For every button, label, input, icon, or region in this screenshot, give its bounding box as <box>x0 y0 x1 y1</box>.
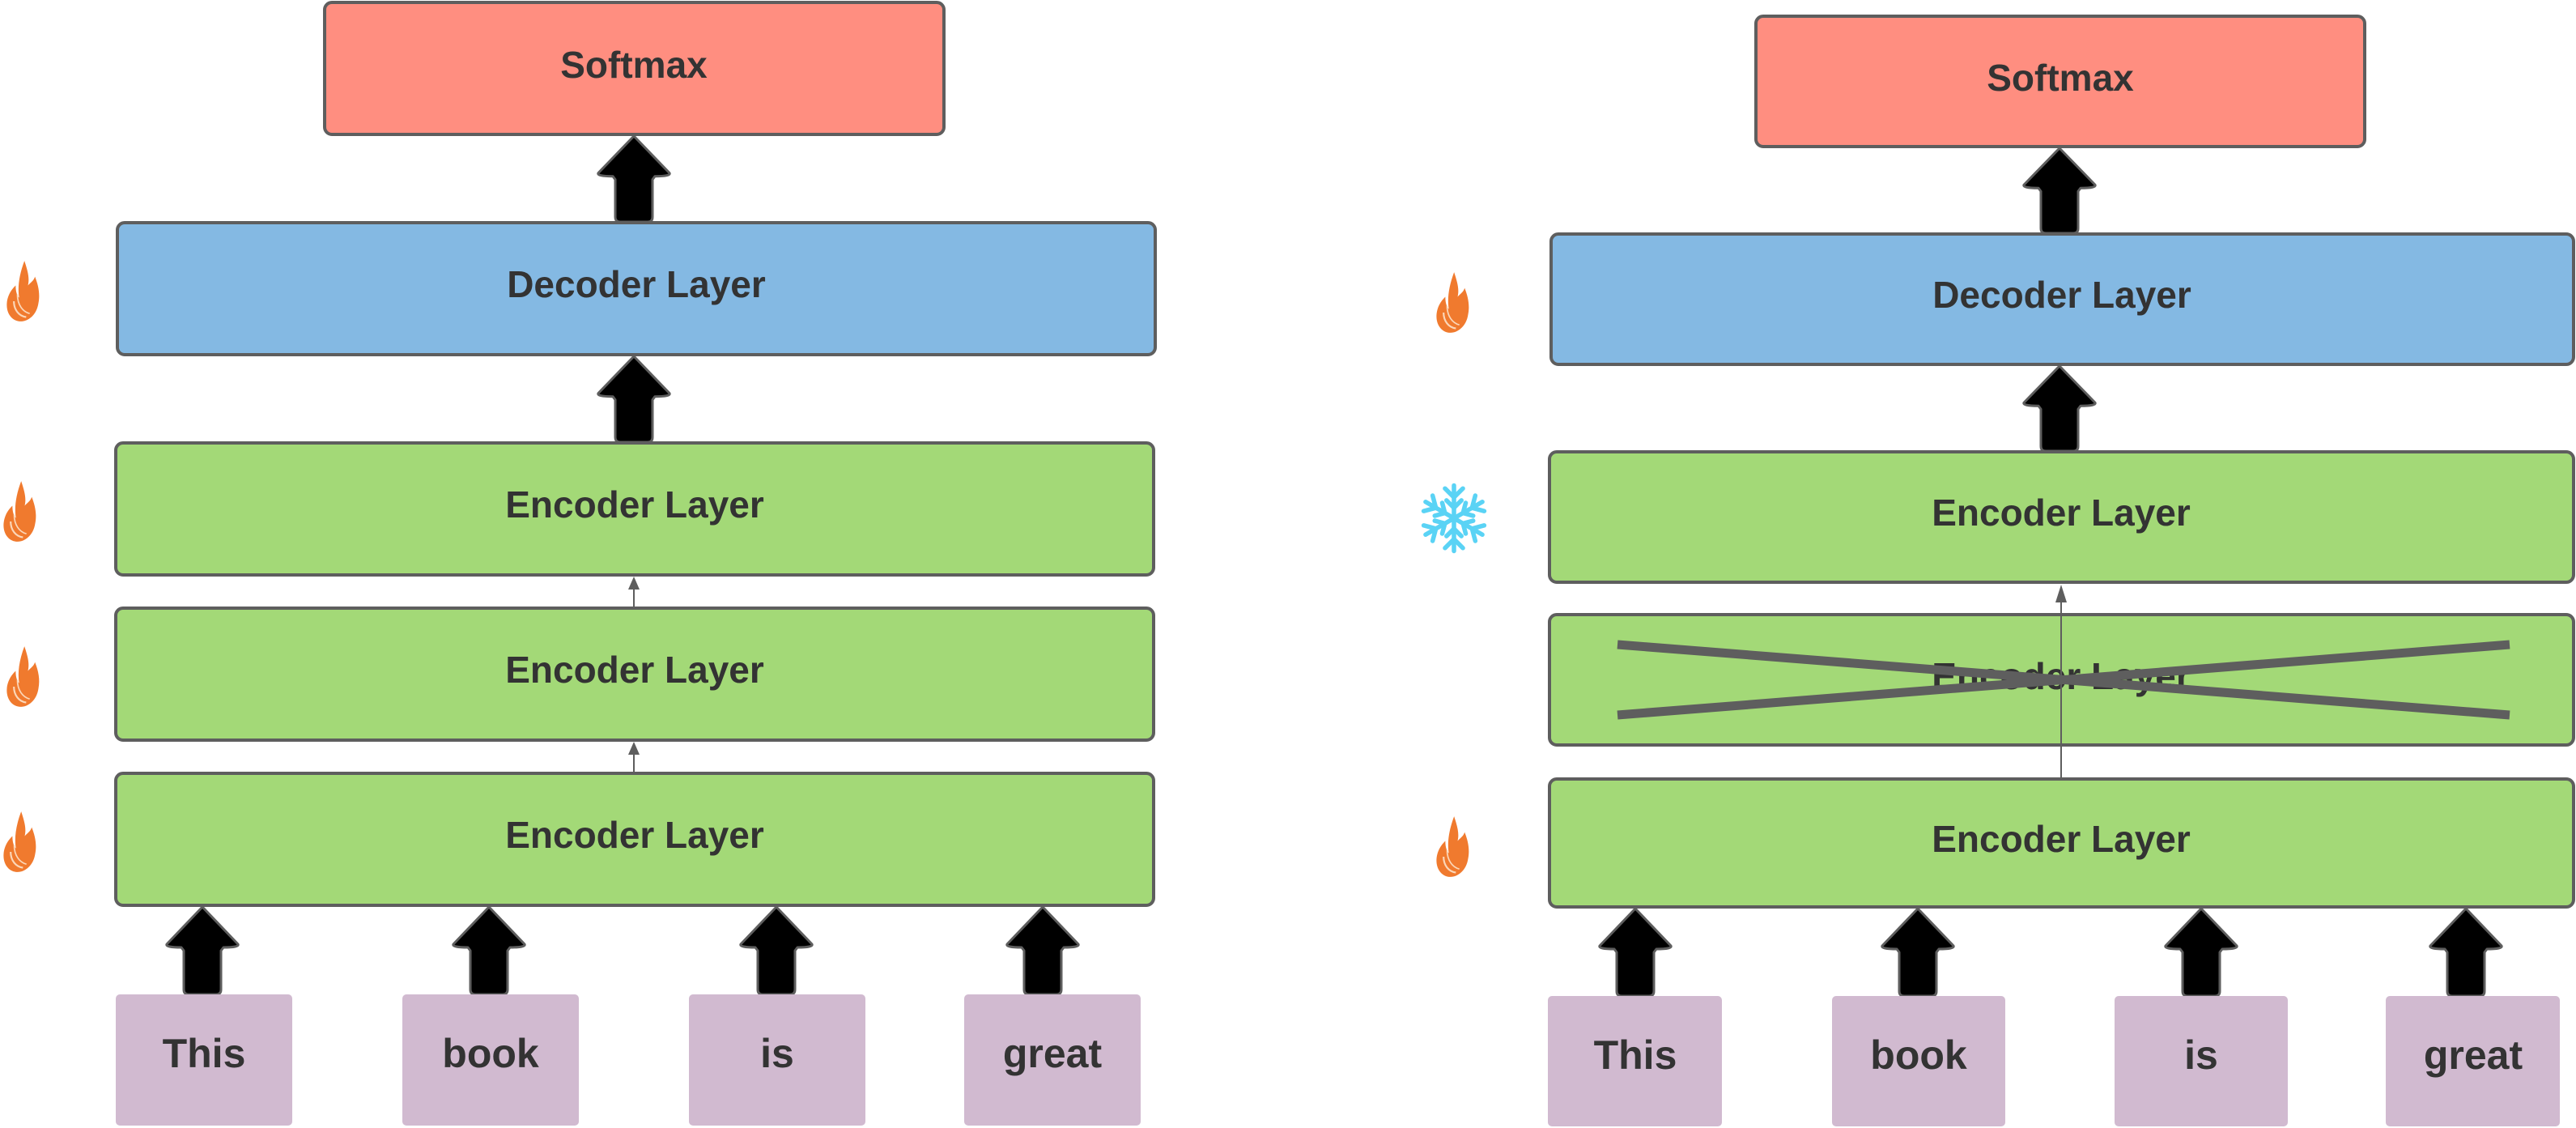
encoder-box[interactable]: Encoder Layer <box>114 607 1155 742</box>
token-label: great <box>2424 1032 2523 1078</box>
token-box[interactable]: great <box>964 994 1141 1126</box>
encoder-label: Encoder Layer <box>505 814 764 856</box>
softmax-box[interactable]: Softmax <box>1754 15 2366 148</box>
arrow-up-icon <box>1005 905 1080 996</box>
flame-icon <box>2 811 37 873</box>
token-label: book <box>1870 1032 1967 1078</box>
arrow-up-icon <box>2022 147 2097 235</box>
token-box[interactable]: is <box>2115 996 2288 1126</box>
encoder-box[interactable]: Encoder Layer <box>114 441 1155 577</box>
encoder-label: Encoder Layer <box>505 649 764 691</box>
thin-arrow-icon <box>628 577 640 607</box>
arrow-up-icon <box>597 355 671 444</box>
right-panel: Softmax Decoder Layer Encoder Layer Enco… <box>1421 15 2575 1126</box>
arrow-up-icon <box>1598 907 1673 998</box>
flame-icon <box>6 260 40 322</box>
token-label: book <box>442 1031 539 1076</box>
encoder-label: Encoder Layer <box>1932 818 2191 860</box>
token-box[interactable]: book <box>1832 996 2005 1126</box>
token-box[interactable]: book <box>402 994 579 1126</box>
token-label: This <box>1594 1032 1677 1078</box>
snowflake-icon <box>1421 486 1486 551</box>
arrow-up-icon <box>2022 364 2097 453</box>
encoder-label: Encoder Layer <box>505 483 764 526</box>
softmax-label: Softmax <box>1987 57 2134 99</box>
token-label: is <box>760 1031 794 1076</box>
token-label: This <box>163 1031 246 1076</box>
decoder-label: Decoder Layer <box>507 263 766 305</box>
left-panel: Softmax Decoder Layer Encoder Layer Enco… <box>2 1 1157 1126</box>
decoder-box[interactable]: Decoder Layer <box>1549 232 2575 366</box>
encoder-box[interactable]: Encoder Layer <box>1548 777 2575 909</box>
token-box[interactable]: is <box>689 994 865 1126</box>
flame-icon <box>1435 271 1470 334</box>
arrow-up-icon <box>739 905 814 996</box>
token-box[interactable]: This <box>116 994 292 1126</box>
token-label: great <box>1003 1031 1103 1076</box>
softmax-box[interactable]: Softmax <box>323 1 946 136</box>
token-box[interactable]: great <box>2386 996 2560 1126</box>
arrow-up-icon <box>597 134 671 223</box>
decoder-box[interactable]: Decoder Layer <box>116 221 1157 356</box>
token-label: is <box>2184 1032 2218 1078</box>
flame-icon <box>6 645 40 708</box>
arrow-up-icon <box>1881 907 1955 998</box>
encoder-label: Encoder Layer <box>1932 492 2191 534</box>
encoder-box[interactable]: Encoder Layer <box>114 772 1155 907</box>
decoder-label: Decoder Layer <box>1932 274 2191 316</box>
flame-icon <box>1435 815 1470 878</box>
thin-arrow-icon <box>628 742 640 773</box>
encoder-box-frozen[interactable]: Encoder Layer <box>1548 450 2575 584</box>
token-box[interactable]: This <box>1548 996 1722 1126</box>
arrow-up-icon <box>2164 907 2238 998</box>
arrow-up-icon <box>2429 907 2503 998</box>
flame-icon <box>2 480 37 543</box>
arrow-up-icon <box>165 905 240 996</box>
arrow-up-icon <box>452 905 526 996</box>
layer-dropping-diagram: Softmax Decoder Layer Encoder Layer Enco… <box>2 1 2575 1126</box>
softmax-label: Softmax <box>560 44 708 86</box>
